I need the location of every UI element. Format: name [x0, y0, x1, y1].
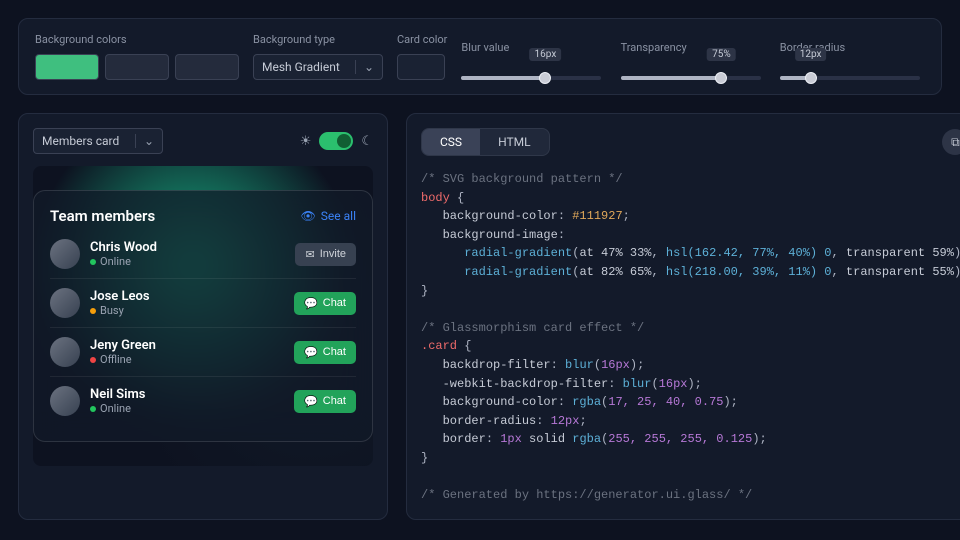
member-row: Chris WoodOnline ✉Invite [50, 235, 356, 278]
bg-color-swatch-3[interactable] [175, 54, 239, 80]
card-preset-select[interactable]: Members card ⌄ [33, 128, 163, 154]
transparency-group: Transparency 75% [621, 41, 766, 80]
bg-colors-label: Background colors [35, 33, 239, 46]
mail-icon: ✉ [305, 248, 314, 261]
tab-css[interactable]: CSS [422, 129, 480, 155]
chat-button[interactable]: 💬Chat [294, 292, 356, 315]
card-title: Team members [50, 207, 155, 225]
chat-button[interactable]: 💬Chat [294, 390, 356, 413]
member-row: Neil SimsOnline 💬Chat [50, 376, 356, 425]
see-all-label: See all [321, 209, 356, 223]
preview-canvas: Team members 👁 See all Chris WoodOnline✉… [33, 166, 373, 466]
member-row: Jose LeosBusy 💬Chat [50, 278, 356, 327]
radius-group: Border radius 12px [780, 41, 925, 80]
transparency-slider[interactable]: 75% [621, 62, 761, 80]
code-block: /* SVG background pattern */ body { back… [421, 170, 960, 505]
controls-bar: Background colors Background type Mesh G… [18, 18, 942, 95]
bg-type-group: Background type Mesh Gradient ⌄ [253, 33, 383, 80]
member-status: Busy [90, 304, 150, 317]
invite-button[interactable]: ✉Invite [295, 243, 356, 266]
transparency-value-badge: 75% [707, 48, 736, 61]
chat-button[interactable]: 💬Chat [294, 341, 356, 364]
avatar [50, 239, 80, 269]
radius-slider[interactable]: 12px [780, 62, 920, 80]
card-color-group: Card color [397, 33, 447, 80]
card-color-swatch[interactable] [397, 54, 445, 80]
code-panel: CSS HTML ⧉ /* SVG background pattern */ … [406, 113, 960, 520]
member-name: Neil Sims [90, 387, 145, 402]
member-row: Jeny GreenOffline 💬Chat [50, 327, 356, 376]
transparency-label: Transparency [621, 41, 766, 54]
bg-colors-group: Background colors [35, 33, 239, 80]
glass-card: Team members 👁 See all Chris WoodOnline✉… [33, 190, 373, 442]
member-status: Online [90, 402, 145, 415]
theme-switch: ☀ ☾ [300, 132, 373, 150]
bg-color-swatches [35, 54, 239, 80]
clipboard-icon: ⧉ [951, 135, 960, 150]
avatar [50, 288, 80, 318]
main-split: Members card ⌄ ☀ ☾ Team members 👁 See al… [18, 113, 942, 520]
bg-type-value: Mesh Gradient [262, 60, 340, 74]
card-preset-value: Members card [42, 134, 119, 148]
copy-button[interactable]: ⧉ [942, 129, 960, 155]
chevron-down-icon: ⌄ [355, 60, 374, 74]
bg-type-select[interactable]: Mesh Gradient ⌄ [253, 54, 383, 80]
moon-icon: ☾ [361, 134, 373, 149]
see-all-link[interactable]: 👁 See all [301, 209, 356, 223]
chat-icon: 💬 [304, 395, 318, 408]
bg-color-swatch-1[interactable] [35, 54, 99, 80]
chevron-down-icon: ⌄ [135, 134, 154, 148]
member-status: Offline [90, 353, 156, 366]
sun-icon: ☀ [300, 134, 312, 149]
avatar [50, 337, 80, 367]
theme-toggle[interactable] [319, 132, 353, 150]
card-color-label: Card color [397, 33, 447, 46]
preview-panel: Members card ⌄ ☀ ☾ Team members 👁 See al… [18, 113, 388, 520]
member-name: Jose Leos [90, 289, 150, 304]
tab-html[interactable]: HTML [480, 129, 549, 155]
chat-icon: 💬 [304, 297, 318, 310]
code-tabs: CSS HTML [421, 128, 550, 156]
member-status: Online [90, 255, 157, 268]
avatar [50, 386, 80, 416]
member-name: Chris Wood [90, 240, 157, 255]
eye-icon: 👁 [301, 209, 316, 223]
blur-group: Blur value 16px [461, 41, 606, 80]
blur-slider[interactable]: 16px [461, 62, 601, 80]
bg-type-label: Background type [253, 33, 383, 46]
blur-value-badge: 16px [530, 48, 562, 61]
chat-icon: 💬 [304, 346, 318, 359]
bg-color-swatch-2[interactable] [105, 54, 169, 80]
radius-value-badge: 12px [795, 48, 827, 61]
member-name: Jeny Green [90, 338, 156, 353]
